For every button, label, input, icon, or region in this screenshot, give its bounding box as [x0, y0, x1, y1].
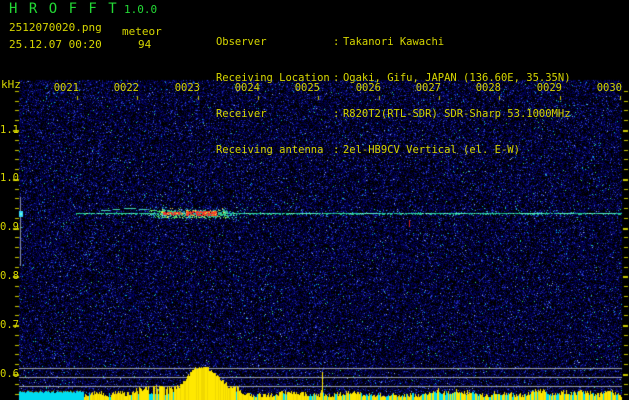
time-label-0030: 0030 — [596, 82, 622, 94]
y-tick-label-1-0: 1.0 — [0, 172, 19, 184]
app-version: 1.0.0 — [124, 3, 158, 16]
time-label-0024: 0024 — [234, 82, 260, 94]
info-label: Receiver — [215, 107, 267, 120]
mode-label: meteor — [122, 25, 162, 38]
time-label-0025: 0025 — [294, 82, 320, 94]
y-tick-label-0-8: 0.8 — [0, 270, 19, 282]
info-label: Receiving antenna — [215, 143, 324, 156]
info-label: Observer — [215, 35, 267, 48]
info-separator: : — [332, 107, 340, 120]
info-row-receiver: Receiver: R820T2(RTL-SDR) SDR-Sharp 53.10… — [178, 97, 571, 119]
y-tick-label-0-6: 0.6 — [0, 368, 19, 380]
time-label-0029: 0029 — [536, 82, 562, 94]
app-title: H R O F F T — [9, 1, 119, 17]
time-label-0026: 0026 — [355, 82, 381, 94]
info-row-location: Receiving Location: Ogaki, Gifu, JAPAN (1… — [178, 61, 571, 83]
time-label-0021: 0021 — [53, 82, 79, 94]
y-tick-label-1-1: 1.1 — [0, 124, 19, 136]
info-value: R820T2(RTL-SDR) SDR-Sharp 53.1000MHz — [342, 107, 571, 120]
y-axis-unit-label: kHz — [1, 78, 21, 91]
info-separator: : — [332, 143, 340, 156]
info-separator: : — [332, 71, 340, 84]
datetime-label: 25.12.07 00:20 — [9, 38, 102, 51]
echo-count: 94 — [138, 38, 152, 51]
time-label-0027: 0027 — [415, 82, 441, 94]
info-row-antenna: Receiving antenna:2el-HB9CV Vertical (el… — [178, 133, 571, 155]
time-label-0023: 0023 — [174, 82, 200, 94]
time-label-0022: 0022 — [113, 82, 139, 94]
hrofft-screen: H R O F F T 1.0.0 2512070020.png meteor … — [0, 0, 629, 400]
y-tick-label-0-7: 0.7 — [0, 319, 19, 331]
y-tick-label-0-9: 0.9 — [0, 221, 19, 233]
time-label-0028: 0028 — [475, 82, 501, 94]
info-row-observer: Observer: Takanori Kawachi — [178, 25, 571, 47]
output-filename: 2512070020.png — [9, 21, 102, 34]
info-value: Takanori Kawachi — [342, 35, 445, 48]
info-value: 2el-HB9CV Vertical (el. E-W) — [342, 143, 520, 156]
info-separator: : — [332, 35, 340, 48]
